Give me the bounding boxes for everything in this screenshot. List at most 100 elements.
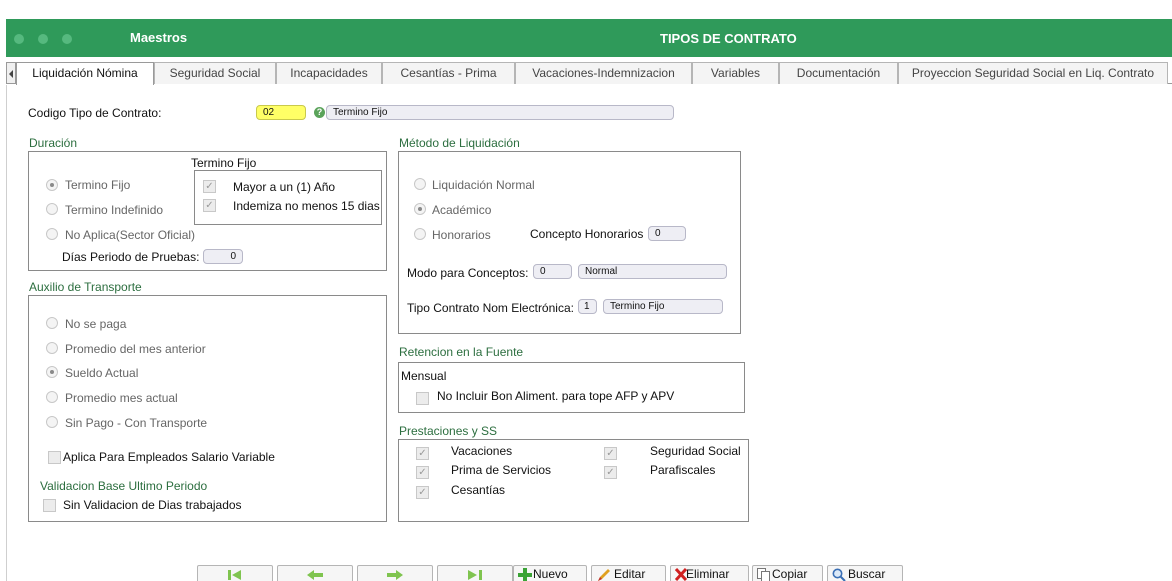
app-title: Maestros [130,30,188,45]
modo-conceptos-name-field: Normal [578,264,727,279]
tab-variables[interactable]: Variables [692,62,779,84]
title-bar: Maestros TIPOS DE CONTRATO [6,19,1172,57]
tipo-nom-input[interactable]: 1 [578,299,597,314]
termino-fijo-box [194,170,382,225]
validacion-title: Validacion Base Ultimo Periodo [40,479,208,493]
window-dot[interactable] [62,34,72,44]
nuevo-label: Nuevo [533,567,568,581]
first-record-button[interactable] [197,565,273,581]
tab-vacaciones-indemnizacion[interactable]: Vacaciones-Indemnizacion [515,62,692,84]
checkbox-indemniza-label: Indemiza no menos 15 dias [233,199,380,213]
checkbox-vacaciones-label: Vacaciones [451,444,513,458]
window-dots [14,33,86,47]
radio-liquidacion-normal-label: Liquidación Normal [432,178,535,192]
eliminar-label: Eliminar [686,567,730,581]
buscar-button[interactable]: Buscar [827,565,903,581]
checkbox-vacaciones[interactable] [416,447,429,460]
codigo-label: Codigo Tipo de Contrato: [28,106,162,120]
checkbox-mayor-un-ano[interactable] [203,180,216,193]
copiar-button[interactable]: Copiar [752,565,823,581]
checkbox-cesantias[interactable] [416,486,429,499]
radio-termino-indefinido-label: Termino Indefinido [65,203,164,217]
duracion-title: Duración [29,136,78,150]
first-arrow-icon [228,570,241,580]
plus-icon [518,568,532,581]
radio-sueldo-actual-label: Sueldo Actual [65,366,139,380]
right-arrow-icon [387,570,403,580]
radio-no-se-paga[interactable] [46,317,58,329]
editar-button[interactable]: Editar [591,565,666,581]
left-arrow-icon [307,570,323,580]
last-record-button[interactable] [437,565,513,581]
checkbox-salario-variable-label: Aplica Para Empleados Salario Variable [63,450,275,464]
tab-scroll-left-icon[interactable] [6,62,16,84]
checkbox-no-incluir-bon[interactable] [416,392,429,405]
tab-bar: Liquidación Nómina Seguridad Social Inca… [6,62,1172,85]
dias-prueba-input[interactable]: 0 [203,249,243,264]
retencion-box [398,362,745,413]
previous-record-button[interactable] [277,565,353,581]
tab-documentacion[interactable]: Documentación [779,62,898,84]
checkbox-parafiscales[interactable] [604,466,617,479]
radio-academico[interactable] [414,203,426,215]
modo-conceptos-label: Modo para Conceptos: [407,266,529,280]
radio-termino-indefinido[interactable] [46,203,58,215]
codigo-input[interactable]: 02 [256,105,306,120]
radio-sueldo-actual[interactable] [46,366,58,378]
tipo-nom-label: Tipo Contrato Nom Electrónica: [407,301,574,315]
radio-liquidacion-normal[interactable] [414,178,426,190]
concepto-honorarios-input[interactable]: 0 [648,226,686,241]
concepto-honorarios-label: Concepto Honorarios [530,227,644,241]
editar-label: Editar [614,567,646,581]
checkbox-no-incluir-bon-label: No Incluir Bon Aliment. para tope AFP y … [437,389,675,403]
tab-seguridad-social[interactable]: Seguridad Social [154,62,276,84]
radio-promedio-mes-actual[interactable] [46,391,58,403]
modo-conceptos-input[interactable]: 0 [533,264,572,279]
nuevo-button[interactable]: Nuevo [513,565,587,581]
tab-proyeccion-seguridad-social[interactable]: Proyeccion Seguridad Social en Liq. Cont… [898,62,1168,84]
radio-promedio-mes-actual-label: Promedio mes actual [65,391,178,405]
checkbox-sin-validacion-label: Sin Validacion de Dias trabajados [63,498,242,512]
buscar-label: Buscar [848,567,886,581]
radio-termino-fijo-label: Termino Fijo [65,178,131,192]
radio-honorarios[interactable] [414,228,426,240]
copy-icon [757,568,770,581]
checkbox-prima-servicios-label: Prima de Servicios [451,463,552,477]
checkbox-salario-variable[interactable] [48,451,61,464]
prestaciones-title: Prestaciones y SS [399,424,498,438]
radio-no-aplica[interactable] [46,228,58,240]
tab-liquidacion-nomina[interactable]: Liquidación Nómina [16,62,154,85]
window-dot[interactable] [38,34,48,44]
pencil-icon [598,569,610,581]
last-arrow-icon [468,570,482,580]
metodo-title: Método de Liquidación [399,136,520,150]
codigo-name-field: Termino Fijo [326,105,674,120]
radio-no-aplica-label: No Aplica(Sector Oficial) [65,228,196,242]
radio-honorarios-label: Honorarios [432,228,491,242]
next-record-button[interactable] [357,565,433,581]
radio-sin-pago[interactable] [46,416,58,428]
checkbox-sin-validacion[interactable] [43,499,56,512]
tab-incapacidades[interactable]: Incapacidades [276,62,382,84]
tab-cesantias-prima[interactable]: Cesantías - Prima [382,62,515,84]
radio-termino-fijo[interactable] [46,179,58,191]
retencion-mensual-label: Mensual [401,369,447,383]
copiar-label: Copiar [772,567,808,581]
radio-sin-pago-label: Sin Pago - Con Transporte [65,416,208,430]
checkbox-seguridad-social[interactable] [604,447,617,460]
dias-prueba-label: Días Periodo de Pruebas: [62,250,200,264]
radio-promedio-mes-anterior[interactable] [46,342,58,354]
checkbox-seguridad-social-label: Seguridad Social [650,444,741,458]
help-icon[interactable]: ? [314,107,325,118]
tipo-nom-name-field: Termino Fijo [603,299,723,314]
eliminar-button[interactable]: Eliminar [670,565,749,581]
window-dot[interactable] [14,34,24,44]
checkbox-indemniza[interactable] [203,199,216,212]
radio-academico-label: Académico [432,203,492,217]
search-icon [832,568,846,581]
checkbox-prima-servicios[interactable] [416,466,429,479]
auxilio-title: Auxilio de Transporte [29,280,142,294]
radio-no-se-paga-label: No se paga [65,317,127,331]
checkbox-mayor-un-ano-label: Mayor a un (1) Año [233,180,336,194]
termino-fijo-subtitle: Termino Fijo [191,156,257,170]
